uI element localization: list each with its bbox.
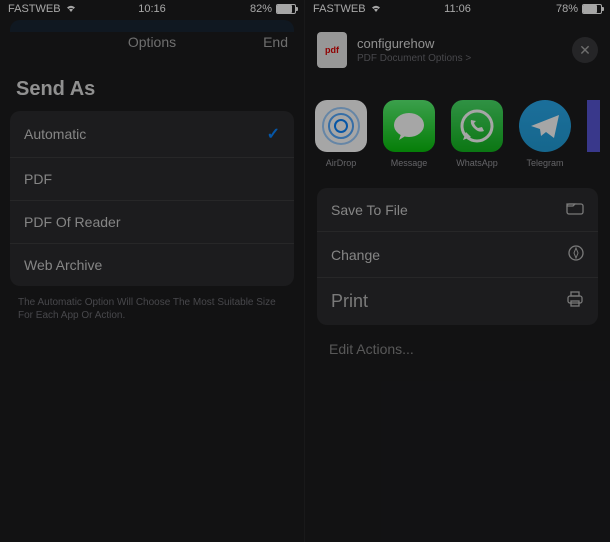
option-label: PDF Of Reader (24, 214, 120, 230)
option-automatic[interactable]: Automatic ✓ (10, 111, 294, 158)
option-web-archive[interactable]: Web Archive (10, 244, 294, 286)
printer-icon (566, 291, 584, 312)
doc-options-link[interactable]: PDF Document Options > (357, 53, 562, 64)
telegram-icon (519, 100, 571, 152)
options-header: Options End (0, 18, 304, 66)
action-label: Save To File (331, 202, 408, 218)
app-label: Message (391, 158, 428, 168)
battery-percent: 78% (556, 3, 578, 15)
options-title: Options (128, 34, 176, 50)
status-bar: FASTWEB 11:06 78% (305, 0, 610, 18)
carrier-label: FASTWEB (8, 3, 61, 15)
battery-percent: 82% (250, 3, 272, 15)
option-pdf-reader[interactable]: PDF Of Reader (10, 201, 294, 244)
option-label: PDF (24, 171, 52, 187)
edit-actions-link[interactable]: Edit Actions... (305, 325, 610, 373)
actions-list: Save To File Change Print (317, 188, 598, 325)
wifi-icon (65, 3, 77, 16)
battery-icon (276, 4, 296, 14)
action-print[interactable]: Print (317, 278, 598, 325)
end-button[interactable]: End (263, 34, 288, 50)
whatsapp-icon (451, 100, 503, 152)
airdrop-icon (315, 100, 367, 152)
share-apps-row: AirDrop Message WhatsApp (305, 82, 610, 176)
clock: 10:16 (138, 3, 166, 15)
app-telegram[interactable]: Telegram (519, 100, 571, 168)
message-icon (383, 100, 435, 152)
doc-title: configurehow (357, 36, 562, 51)
app-label: WhatsApp (456, 158, 498, 168)
phone-left: FASTWEB 10:16 82% Options End Send As Au… (0, 0, 305, 542)
folder-icon (566, 201, 584, 218)
send-as-list: Automatic ✓ PDF PDF Of Reader Web Archiv… (10, 111, 294, 286)
app-label: Telegram (526, 158, 563, 168)
share-header: pdf configurehow PDF Document Options > … (305, 18, 610, 82)
close-icon: ✕ (579, 42, 591, 59)
app-partial[interactable] (587, 100, 600, 168)
battery-icon (582, 4, 602, 14)
action-label: Print (331, 291, 368, 312)
option-label: Automatic (24, 126, 86, 142)
compass-icon (568, 245, 584, 264)
checkmark-icon: ✓ (267, 124, 280, 144)
app-message[interactable]: Message (383, 100, 435, 168)
close-button[interactable]: ✕ (572, 37, 598, 63)
action-change[interactable]: Change (317, 232, 598, 278)
app-label: AirDrop (326, 158, 357, 168)
send-as-label: Send As (0, 66, 304, 111)
wifi-icon (370, 3, 382, 16)
status-bar: FASTWEB 10:16 82% (0, 0, 304, 18)
app-airdrop[interactable]: AirDrop (315, 100, 367, 168)
phone-right: FASTWEB 11:06 78% pdf configurehow PDF D… (305, 0, 610, 542)
option-pdf[interactable]: PDF (10, 158, 294, 201)
clock: 11:06 (444, 3, 471, 15)
action-save-to-file[interactable]: Save To File (317, 188, 598, 232)
pdf-doc-icon: pdf (317, 32, 347, 68)
footnote-text: The Automatic Option Will Choose The Mos… (0, 286, 304, 332)
action-label: Change (331, 247, 380, 263)
app-whatsapp[interactable]: WhatsApp (451, 100, 503, 168)
carrier-label: FASTWEB (313, 3, 366, 15)
option-label: Web Archive (24, 257, 102, 273)
